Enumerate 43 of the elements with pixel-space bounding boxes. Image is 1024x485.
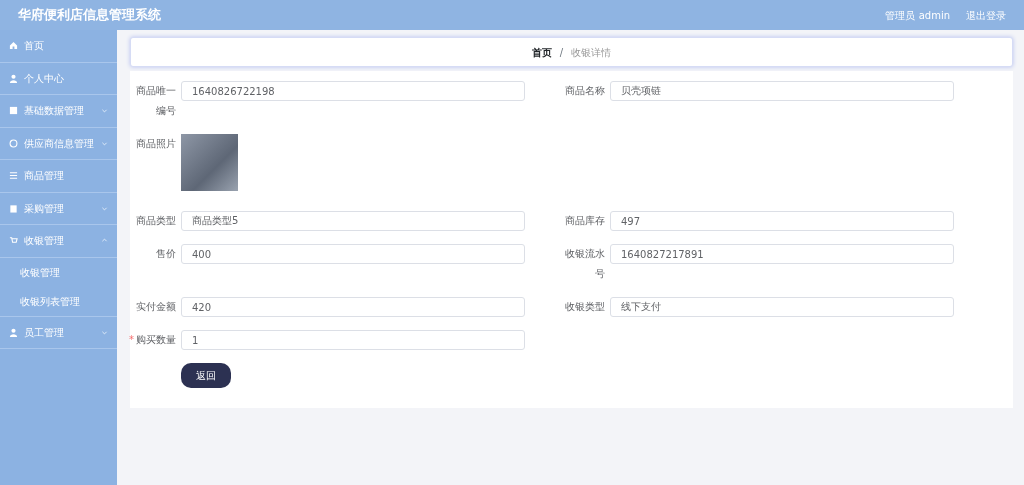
input-field[interactable]: 线下支付 [610, 297, 954, 317]
field-label: 实付金额 [135, 300, 176, 314]
list-icon [9, 171, 18, 181]
input-field[interactable]: 420 [181, 297, 525, 317]
separator-slash: / [559, 45, 564, 60]
cart-icon [9, 236, 18, 246]
field-label: 商品名称 [564, 84, 605, 98]
sidebar-label: 商品管理 [24, 169, 64, 184]
square-icon [9, 203, 18, 213]
field-label: 商品库存 [564, 214, 605, 228]
input-field[interactable]: 1640827217891 [610, 244, 954, 264]
input-field[interactable]: 1640826722198 [181, 81, 525, 101]
sidebar-label: 基础数据管理 [24, 104, 84, 119]
field-label: 售价 [155, 247, 176, 261]
person-icon [9, 327, 18, 337]
required-asterisk: * [129, 334, 134, 345]
person-icon [9, 73, 18, 83]
field-label: * 购买数量 [128, 333, 176, 347]
field-label: 商品类型 [135, 214, 176, 228]
input-field[interactable]: 贝壳项链 [610, 81, 954, 101]
input-field[interactable]: 商品类型5 [181, 211, 525, 231]
home-icon [9, 41, 18, 51]
input-field[interactable]: 1 [181, 330, 525, 350]
sidebar-label: 供应商信息管理 [24, 136, 94, 151]
square-icon [9, 106, 18, 116]
breadcrumb-item[interactable]: 首页 [531, 44, 552, 60]
sidebar-label: 个人中心 [24, 71, 64, 86]
input-field[interactable]: 497 [610, 211, 954, 231]
circle-icon [9, 138, 18, 148]
sidebar-label: 采购管理 [24, 201, 64, 216]
sidebar-label: 员工管理 [24, 325, 64, 340]
input-field[interactable]: 400 [181, 244, 525, 264]
photo-placeholder [181, 134, 238, 191]
app-title: 华府便利店信息管理系统 [18, 6, 161, 25]
user-label: 管理员 admin [885, 8, 950, 23]
sidebar-label: 收银管理 [24, 234, 64, 249]
field-label: 商品唯一编号 [135, 84, 176, 118]
field-label: 商品照片 [135, 137, 176, 151]
breadcrumb-item: 收银详情 [571, 45, 612, 60]
field-label: 收银流水号 [564, 247, 605, 281]
field-label: 收银类型 [564, 300, 605, 314]
back-button[interactable]: 返回 [181, 363, 231, 388]
sidebar-label: 首页 [24, 39, 44, 54]
